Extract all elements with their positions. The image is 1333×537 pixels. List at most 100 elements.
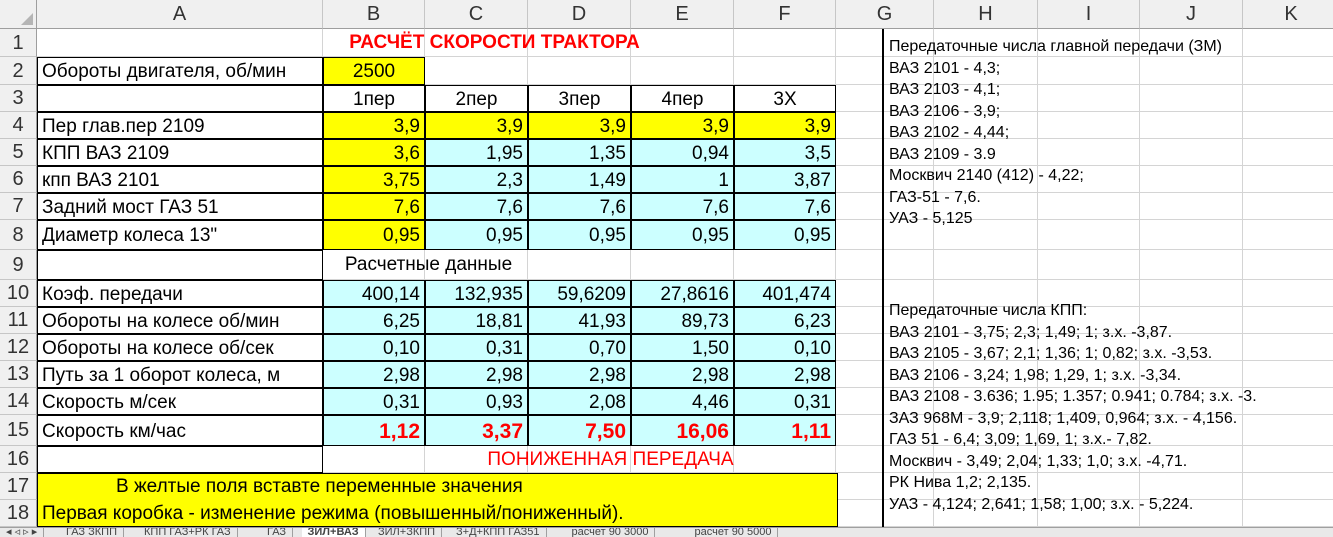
empty-cell[interactable] [37,250,323,280]
gear-header[interactable]: 2пер [425,85,528,112]
calc-value-cell[interactable]: 0,31 [323,388,425,415]
column-header-d[interactable]: D [528,0,631,29]
row-header-2[interactable]: 2 [0,57,37,85]
gear-header[interactable]: 3пер [528,85,631,112]
calc-value-cell[interactable]: 41,93 [528,307,631,334]
row-header-6[interactable]: 6 [0,166,37,193]
sheet-tab[interactable]: ГАЗ ЗКПП [60,528,124,537]
calc-value-cell[interactable]: 2,98 [425,361,528,388]
input-value-cell[interactable]: 1,95 [425,139,528,166]
speed-kmh-cell[interactable]: 1,11 [734,415,836,446]
input-value-cell[interactable]: 0,95 [734,220,836,250]
sheet-tab[interactable]: КПП ГАЗ+РК ГАЗ [138,528,238,537]
empty-cell[interactable] [37,85,323,112]
row-header-16[interactable]: 16 [0,446,37,473]
gear-header[interactable]: 3Х [734,85,836,112]
sheet-tab[interactable]: З+Д+КПП ГАЗ51 [450,528,547,537]
row-header-7[interactable]: 7 [0,193,37,220]
instructions-note[interactable]: В желтые поля вставте переменные значени… [37,473,838,527]
input-value-cell[interactable]: 1,35 [528,139,631,166]
input-value-cell[interactable]: 3,6 [323,139,425,166]
calc-value-cell[interactable]: 4,46 [631,388,734,415]
calc-section-title[interactable]: Расчетные данные [323,250,734,280]
row-header-18[interactable]: 18 [0,500,37,527]
calc-value-cell[interactable]: 2,98 [734,361,836,388]
input-value-cell[interactable]: 0,94 [631,139,734,166]
row-header-14[interactable]: 14 [0,388,37,415]
calc-value-cell[interactable]: 2,98 [631,361,734,388]
input-row-label[interactable]: Пер глав.пер 2109 [37,112,323,139]
input-value-cell[interactable]: 3,9 [528,112,631,139]
calc-value-cell[interactable]: 6,25 [323,307,425,334]
input-value-cell[interactable]: 7,6 [323,193,425,220]
column-header-k[interactable]: K [1243,0,1333,29]
calc-row-label[interactable]: Обороты на колесе об/сек [37,334,323,361]
column-header-g[interactable]: G [836,0,934,29]
spreadsheet[interactable]: A B C D E F G H I J K 1 2 3 4 5 6 7 8 9 10 11 12 13 14 15 16 17 18 Р… [0,0,1333,527]
input-value-cell[interactable]: 2,3 [425,166,528,193]
speed-kmh-cell[interactable]: 7,50 [528,415,631,446]
input-value-cell[interactable]: 0,95 [528,220,631,250]
calc-value-cell[interactable]: 1,50 [631,334,734,361]
input-value-cell[interactable]: 3,9 [631,112,734,139]
calc-value-cell[interactable]: 2,08 [528,388,631,415]
column-header-f[interactable]: F [734,0,836,29]
column-header-a[interactable]: A [37,0,323,29]
calc-row-label[interactable]: Коэф. передачи [37,280,323,307]
input-value-cell[interactable]: 0,95 [631,220,734,250]
row-header-8[interactable]: 8 [0,220,37,250]
calc-value-cell[interactable]: 27,8616 [631,280,734,307]
input-row-label[interactable]: Задний мост ГАЗ 51 [37,193,323,220]
column-header-i[interactable]: I [1038,0,1140,29]
calc-row-label[interactable]: Обороты на колесе об/мин [37,307,323,334]
calc-value-cell[interactable]: 18,81 [425,307,528,334]
calc-row-label[interactable]: Скорость км/час [37,415,323,446]
row-header-15[interactable]: 15 [0,415,37,446]
input-value-cell[interactable]: 1,49 [528,166,631,193]
input-row-label[interactable]: Диаметр колеса 13" [37,220,323,250]
speed-kmh-cell[interactable]: 16,06 [631,415,734,446]
calc-value-cell[interactable]: 6,23 [734,307,836,334]
rpm-input[interactable]: 2500 [323,57,425,85]
input-value-cell[interactable]: 7,6 [528,193,631,220]
calc-row-label[interactable]: Путь за 1 оборот колеса, м [37,361,323,388]
input-value-cell[interactable]: 7,6 [425,193,528,220]
input-value-cell[interactable]: 3,9 [425,112,528,139]
speed-kmh-cell[interactable]: 1,12 [323,415,425,446]
calc-value-cell[interactable]: 0,10 [323,334,425,361]
row-header-11[interactable]: 11 [0,307,37,334]
row-header-3[interactable]: 3 [0,85,37,112]
row-header-17[interactable]: 17 [0,473,37,500]
calc-value-cell[interactable]: 401,474 [734,280,836,307]
calc-row-label[interactable]: Скорость м/сек [37,388,323,415]
calc-value-cell[interactable]: 0,31 [425,334,528,361]
calc-value-cell[interactable]: 0,93 [425,388,528,415]
row-header-1[interactable]: 1 [0,29,37,57]
sheet-tab[interactable]: ГАЗ [261,528,294,537]
row-header-13[interactable]: 13 [0,361,37,388]
sheet-tab[interactable]: расчет 90 3000 [566,528,656,537]
input-value-cell[interactable]: 7,6 [734,193,836,220]
row-header-4[interactable]: 4 [0,112,37,139]
row-header-5[interactable]: 5 [0,139,37,166]
calc-value-cell[interactable]: 400,14 [323,280,425,307]
calc-value-cell[interactable]: 59,6209 [528,280,631,307]
input-value-cell[interactable]: 3,5 [734,139,836,166]
calc-value-cell[interactable]: 132,935 [425,280,528,307]
calc-value-cell[interactable]: 0,31 [734,388,836,415]
low-gear-label[interactable]: ПОНИЖЕННАЯ ПЕРЕДАЧА [425,446,836,473]
calc-value-cell[interactable]: 0,70 [528,334,631,361]
input-value-cell[interactable]: 3,87 [734,166,836,193]
input-value-cell[interactable]: 3,9 [323,112,425,139]
input-row-label[interactable]: КПП ВАЗ 2109 [37,139,323,166]
select-all-corner[interactable] [0,0,37,29]
gear-header[interactable]: 1пер [323,85,425,112]
empty-cell[interactable] [37,446,323,473]
column-header-c[interactable]: C [425,0,528,29]
gear-header[interactable]: 4пер [631,85,734,112]
calc-value-cell[interactable]: 89,73 [631,307,734,334]
input-value-cell[interactable]: 1 [631,166,734,193]
tab-scroll-arrows-icon[interactable]: ◂ ◃ ▹ ▸ [0,528,45,537]
input-value-cell[interactable]: 7,6 [631,193,734,220]
sheet-tab[interactable]: расчет 90 5000 [689,528,779,537]
